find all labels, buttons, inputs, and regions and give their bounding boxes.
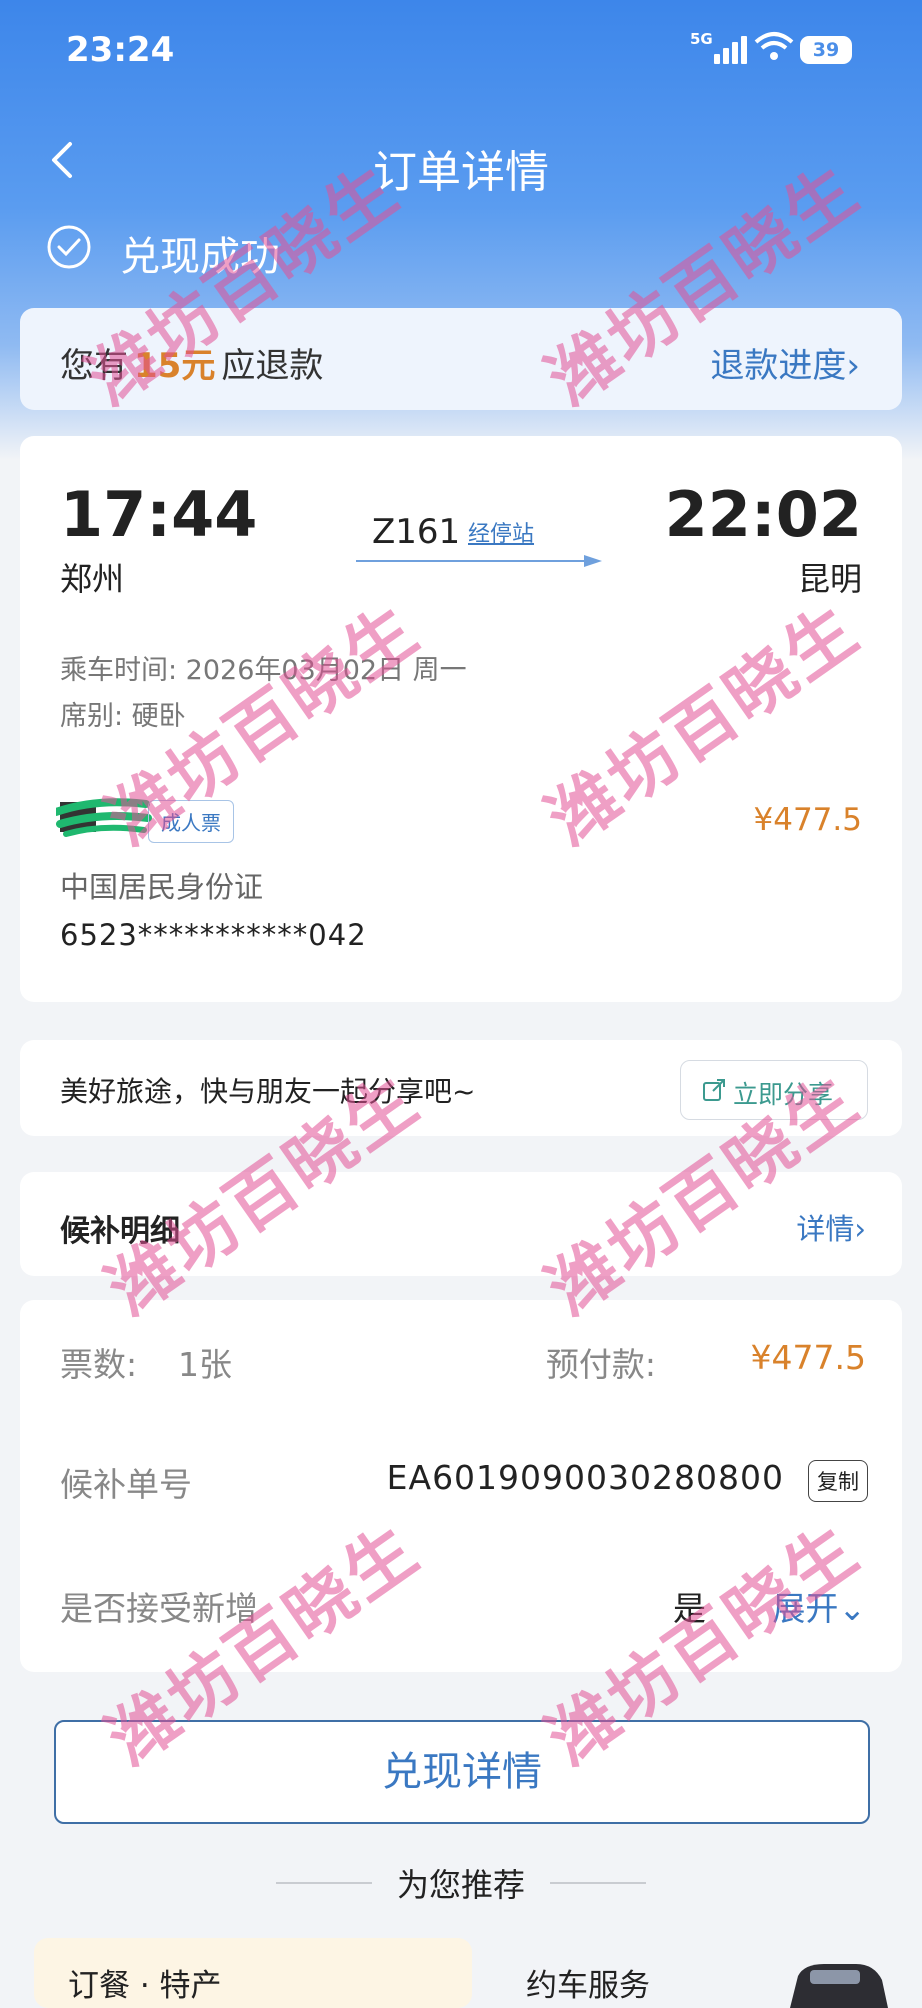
- arrive-time: 22:02: [664, 478, 862, 551]
- id-type: 中国居民身份证: [60, 870, 264, 904]
- seat-class: 席别: 硬卧: [60, 701, 186, 732]
- recommend-header: 为您推荐: [0, 1860, 922, 1910]
- refund-amount: 15元: [134, 346, 216, 386]
- refund-text: 您有 15元 应退款: [60, 338, 323, 387]
- waitlist-detail-link[interactable]: 详情›: [796, 1206, 866, 1248]
- nav-bar: 订单详情: [0, 128, 922, 198]
- accept-new-label: 是否接受新增: [60, 1589, 258, 1628]
- tile-food[interactable]: 订餐 · 特产: [34, 1938, 472, 2008]
- train-number: Z161: [372, 512, 461, 552]
- prepay-value: ¥477.5: [750, 1338, 866, 1377]
- ride-date: 乘车时间: 2026年03月02日 周一: [60, 655, 467, 686]
- page-title: 订单详情: [373, 147, 549, 198]
- share-text: 美好旅途，快与朋友一起分享吧~: [60, 1075, 476, 1108]
- stops-link[interactable]: 经停站: [468, 516, 534, 548]
- waitlist-title: 候补明细: [60, 1214, 180, 1249]
- waitlist-card: 候补明细 详情›: [20, 1172, 902, 1276]
- depart-time: 17:44: [60, 478, 258, 551]
- status-time: 23:24: [66, 30, 175, 70]
- tile-car[interactable]: 约车服务: [492, 1938, 890, 2008]
- share-icon: [703, 1079, 725, 1101]
- redacted-name: [56, 798, 152, 837]
- share-card: 美好旅途，快与朋友一起分享吧~ 立即分享: [20, 1040, 902, 1136]
- order-number-label: 候补单号: [60, 1465, 192, 1504]
- refund-suffix: 应退款: [221, 346, 324, 386]
- ticket-type-badge: 成人票: [148, 800, 234, 843]
- share-button[interactable]: 立即分享: [680, 1060, 868, 1120]
- signal-icon: [708, 32, 748, 64]
- refund-progress-link[interactable]: 退款进度›: [710, 338, 860, 387]
- ticket-count-label: 票数:: [60, 1345, 138, 1384]
- recommend-title: 为您推荐: [396, 1866, 525, 1904]
- status-label: 兑现成功: [120, 234, 280, 280]
- route-arrow-icon: [356, 555, 602, 567]
- ticket-card: 17:44 郑州 Z161 经停站 22:02 昆明 乘车时间: 2026年03…: [20, 436, 902, 1002]
- ticket-price: ¥477.5: [753, 802, 862, 838]
- prepay-label: 预付款:: [545, 1345, 656, 1384]
- expand-link[interactable]: 展开⌄: [772, 1582, 866, 1630]
- refund-prefix: 您有: [60, 346, 128, 386]
- battery-icon: 39: [800, 36, 852, 64]
- order-details-card: 票数: 1张 预付款: ¥477.5 候补单号 EA60190900302808…: [20, 1300, 902, 1672]
- cash-detail-button[interactable]: 兑现详情: [54, 1720, 870, 1824]
- check-circle-icon: [47, 225, 91, 269]
- accept-new-value: 是: [673, 1589, 706, 1628]
- wifi-icon: [754, 32, 794, 60]
- refund-banner: 您有 15元 应退款 退款进度›: [20, 308, 902, 410]
- id-number: 6523***********042: [60, 918, 367, 952]
- divider-right: [550, 1882, 646, 1884]
- depart-station: 郑州: [60, 560, 125, 598]
- order-number: EA6019090030280800: [386, 1458, 784, 1497]
- ticket-count: 1张: [178, 1345, 232, 1384]
- car-icon: [790, 1964, 888, 2008]
- status-bar: 23:24 5G 39: [0, 0, 922, 100]
- share-button-label: 立即分享: [733, 1080, 834, 1109]
- arrive-station: 昆明: [797, 560, 862, 598]
- copy-button[interactable]: 复制: [808, 1460, 868, 1502]
- tile-food-label: 订餐 · 特产: [68, 1968, 222, 2004]
- tile-car-label: 约车服务: [526, 1968, 650, 2004]
